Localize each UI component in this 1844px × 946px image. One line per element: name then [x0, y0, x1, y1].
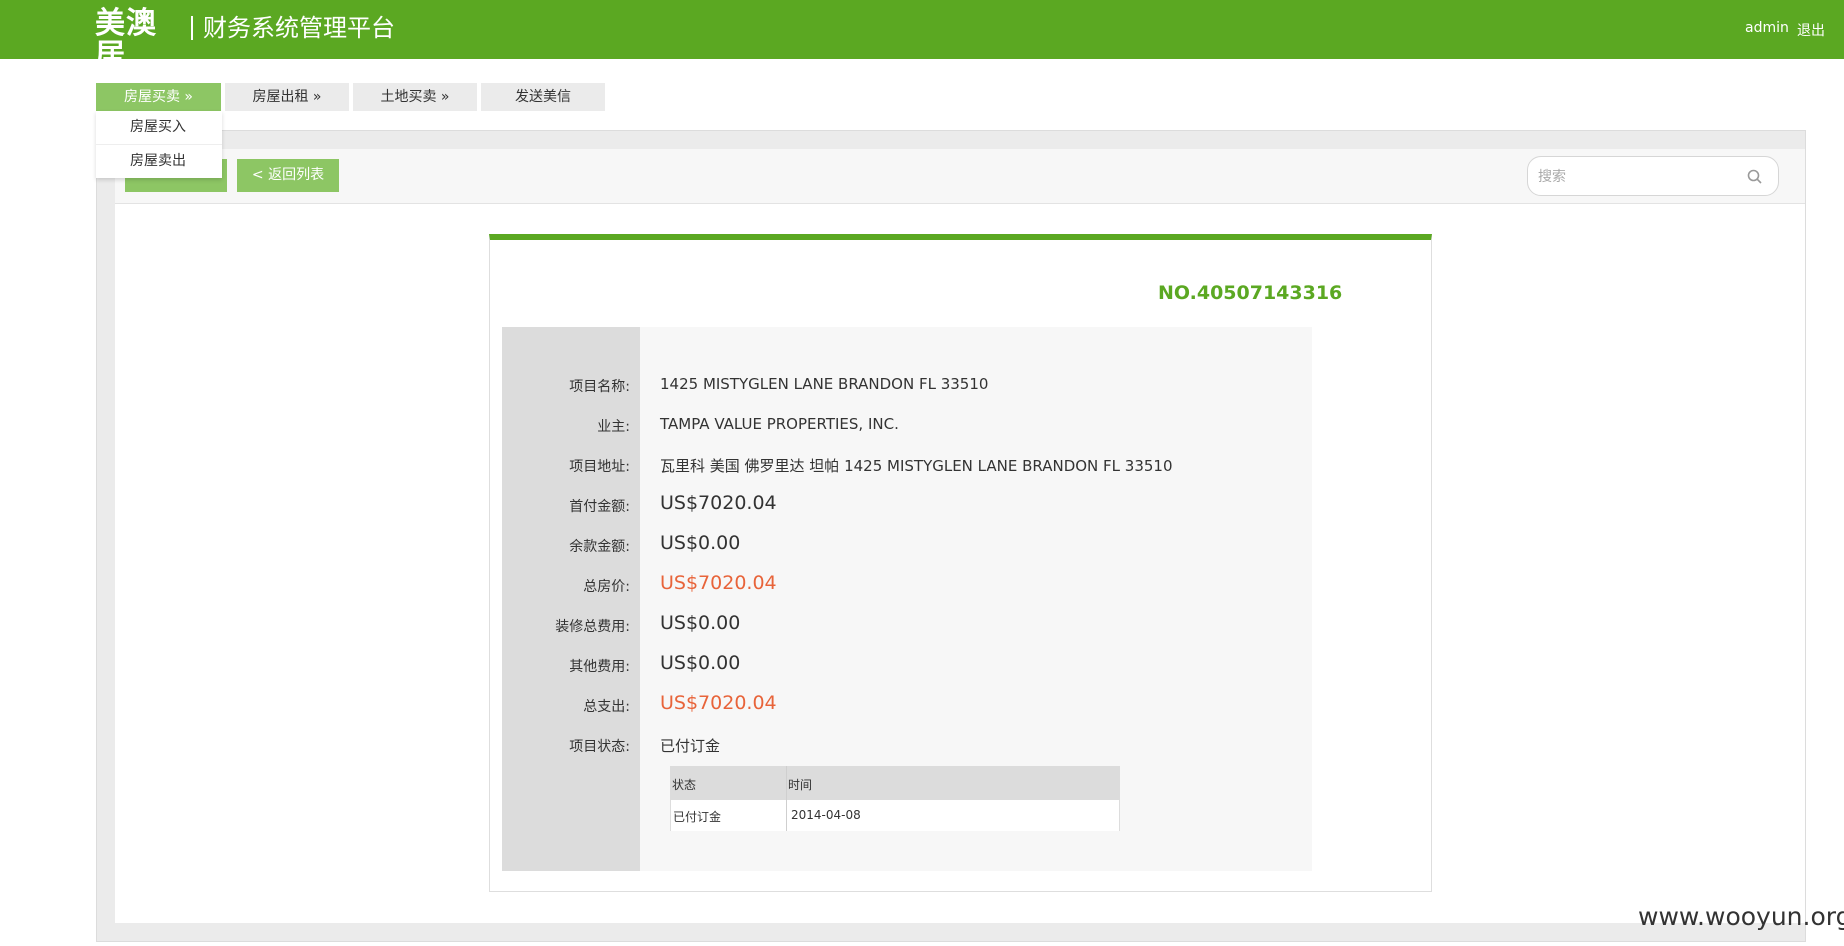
- search-box: [1527, 156, 1779, 196]
- value-total-expense: US$7020.04: [660, 692, 777, 714]
- value-project-address: 瓦里科 美国 佛罗里达 坦帕 1425 MISTYGLEN LANE BRAND…: [660, 457, 1173, 475]
- house-trade-dropdown: 房屋买入 房屋卖出: [96, 111, 222, 178]
- column-divider: [786, 766, 787, 831]
- value-owner: TAMPA VALUE PROPERTIES, INC.: [660, 415, 899, 433]
- tab-land-trade[interactable]: 土地买卖 »: [353, 83, 477, 111]
- header-divider: [191, 16, 193, 40]
- label-renovation-cost: 装修总费用:: [555, 619, 630, 635]
- time-column-header: 时间: [788, 778, 813, 792]
- current-user[interactable]: admin: [1745, 20, 1789, 36]
- label-project-status: 项目状态:: [569, 739, 630, 755]
- value-total-price: US$7020.04: [660, 572, 777, 594]
- platform-title: 财务系统管理平台: [203, 14, 395, 42]
- label-project-name: 项目名称:: [569, 379, 630, 395]
- watermark: www.wooyun.org: [1638, 902, 1844, 931]
- order-number: NO.40507143316: [1158, 282, 1343, 304]
- value-project-name: 1425 MISTYGLEN LANE BRANDON FL 33510: [660, 375, 989, 393]
- value-renovation-cost: US$0.00: [660, 612, 741, 634]
- dropdown-item-house-buy[interactable]: 房屋买入: [96, 111, 222, 144]
- label-down-payment: 首付金额:: [569, 499, 630, 515]
- value-other-cost: US$0.00: [660, 652, 741, 674]
- status-column-header: 状态: [672, 778, 697, 792]
- dropdown-item-house-sell[interactable]: 房屋卖出: [96, 144, 222, 178]
- status-history-table: 状态 时间 已付订金 2014-04-08: [670, 766, 1120, 831]
- label-project-address: 项目地址:: [569, 459, 630, 475]
- label-other-cost: 其他费用:: [569, 659, 630, 675]
- status-table-header: 状态 时间: [670, 766, 1120, 800]
- table-row: 已付订金 2014-04-08: [670, 800, 1120, 831]
- logo-text: 美澳居: [95, 6, 157, 73]
- back-to-list-button[interactable]: < 返回列表: [237, 159, 339, 192]
- tab-send-message[interactable]: 发送美信: [481, 83, 605, 111]
- logo[interactable]: 美澳居 meiaoju.com: [95, 6, 185, 83]
- label-total-expense: 总支出:: [583, 699, 630, 715]
- label-owner: 业主:: [597, 419, 630, 435]
- tab-house-trade[interactable]: 房屋买卖 »: [96, 83, 221, 111]
- label-balance: 余款金额:: [569, 539, 630, 555]
- logo-domain: meiaoju.com: [95, 70, 178, 83]
- status-cell: 已付订金: [673, 810, 722, 824]
- search-icon[interactable]: [1746, 168, 1764, 186]
- logout-link[interactable]: 退出: [1797, 20, 1825, 40]
- tab-house-rent[interactable]: 房屋出租 »: [225, 83, 349, 111]
- value-down-payment: US$7020.04: [660, 492, 777, 514]
- value-balance: US$0.00: [660, 532, 741, 554]
- label-column: [502, 327, 640, 871]
- top-header: 美澳居 meiaoju.com 财务系统管理平台 admin 退出: [0, 0, 1844, 82]
- search-input[interactable]: [1536, 165, 1740, 189]
- label-total-price: 总房价:: [583, 579, 630, 595]
- time-cell: 2014-04-08: [791, 808, 861, 822]
- value-project-status: 已付订金: [660, 737, 721, 755]
